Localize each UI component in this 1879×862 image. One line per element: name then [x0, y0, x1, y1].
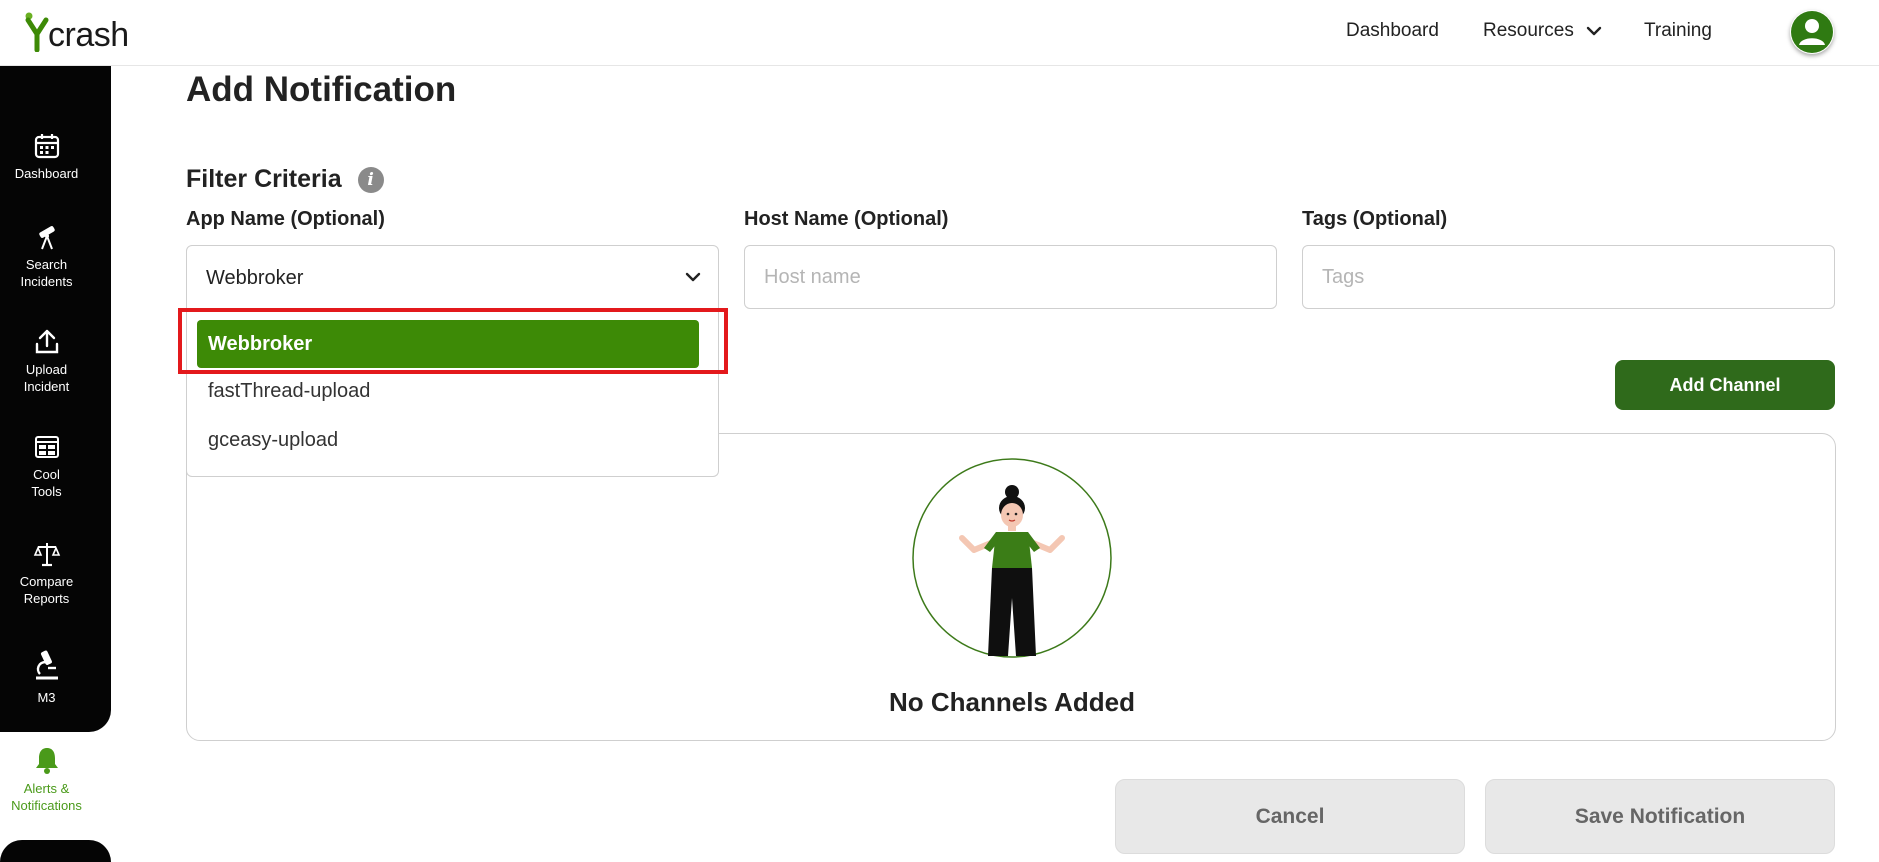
- microscope-icon: [35, 650, 58, 680]
- sidebar-item-label: Tools: [31, 484, 62, 499]
- dropdown-option-fastthread-upload[interactable]: fastThread-upload: [208, 380, 370, 403]
- sidebar-item-label: Upload: [25, 362, 68, 377]
- tags-input[interactable]: [1302, 245, 1835, 309]
- bell-icon: [35, 748, 58, 774]
- filter-criteria-heading: Filter Criteria i: [186, 165, 384, 194]
- nav-dashboard-link[interactable]: Dashboard: [1346, 20, 1439, 42]
- sidebar-item-cool-tools[interactable]: Cool Tools: [0, 433, 93, 500]
- chevron-down-icon: [685, 272, 701, 282]
- sidebar-item-label: Compare: [19, 574, 74, 589]
- user-icon: [1791, 11, 1833, 53]
- sidebar-item-label: Search: [25, 257, 68, 272]
- page-title: Add Notification: [186, 70, 457, 109]
- sidebar-item-dashboard[interactable]: Dashboard: [0, 132, 93, 182]
- nav-training-link[interactable]: Training: [1644, 20, 1712, 42]
- dropdown-option-gceasy-upload[interactable]: gceasy-upload: [208, 429, 338, 452]
- sidebar-bottom-section: [0, 840, 111, 862]
- logo-text: crash: [48, 16, 129, 54]
- sidebar-item-label: Notifications: [11, 798, 82, 813]
- top-bar: crash Dashboard Resources Training: [0, 0, 1879, 66]
- logo-y-icon: [25, 12, 49, 52]
- add-channel-button[interactable]: Add Channel: [1615, 360, 1835, 410]
- nav-resources-label: Resources: [1483, 20, 1574, 41]
- empty-state-illustration: [912, 458, 1112, 658]
- sidebar-item-label: Alerts &: [23, 781, 70, 796]
- save-notification-button[interactable]: Save Notification: [1485, 779, 1835, 854]
- filter-criteria-title: Filter Criteria: [186, 165, 342, 193]
- selection-highlight-annotation: [178, 308, 728, 374]
- sidebar-item-label: Incident: [23, 379, 70, 394]
- app-name-selected-value: Webbroker: [206, 267, 304, 289]
- chevron-down-icon: [1586, 26, 1602, 36]
- sidebar-item-label: Incidents: [20, 274, 73, 289]
- tools-grid-icon: [34, 436, 59, 458]
- sidebar-item-label: Dashboard: [14, 166, 79, 181]
- tags-label: Tags (Optional): [1302, 208, 1448, 230]
- upload-icon: [35, 329, 58, 354]
- empty-state-text: No Channels Added: [888, 687, 1136, 717]
- cancel-button[interactable]: Cancel: [1115, 779, 1465, 854]
- sidebar-item-alerts-notifications[interactable]: Alerts & Notifications: [0, 746, 93, 814]
- telescope-icon: [38, 226, 55, 250]
- sidebar-item-label: Cool: [33, 467, 60, 482]
- nav-resources-menu[interactable]: Resources: [1483, 20, 1602, 42]
- calendar-icon: [34, 134, 59, 159]
- info-icon[interactable]: i: [357, 166, 384, 193]
- channels-panel: No Channels Added: [186, 433, 1836, 741]
- sidebar-item-label: Reports: [23, 591, 70, 606]
- ycrash-logo[interactable]: crash: [24, 8, 129, 52]
- sidebar-item-search-incidents[interactable]: Search Incidents: [0, 223, 93, 290]
- scale-icon: [33, 543, 60, 567]
- sidebar-item-m3[interactable]: M3: [0, 648, 93, 706]
- host-name-label: Host Name (Optional): [744, 208, 949, 230]
- user-avatar[interactable]: [1790, 10, 1834, 54]
- sidebar-item-label: M3: [37, 690, 56, 705]
- sidebar-item-upload-incident[interactable]: Upload Incident: [0, 328, 93, 395]
- sidebar-item-compare-reports[interactable]: Compare Reports: [0, 540, 93, 607]
- app-name-label: App Name (Optional): [186, 208, 385, 230]
- host-name-input[interactable]: [744, 245, 1277, 309]
